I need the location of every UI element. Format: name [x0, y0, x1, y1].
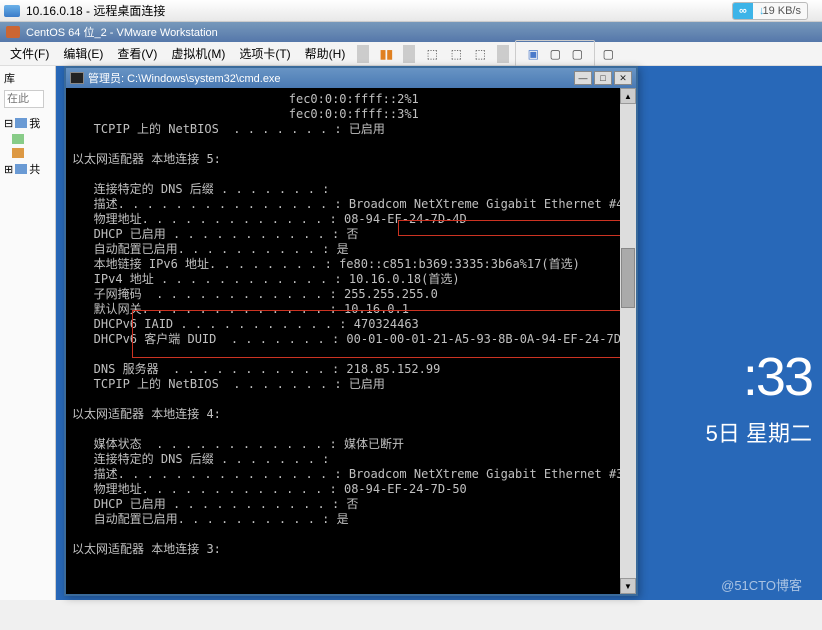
watermark: @51CTO博客 [721, 575, 802, 594]
cmd-output: fec0:0:0:ffff::2%1 fec0:0:0:ffff::3%1 TC… [66, 88, 636, 591]
vmware-icon [6, 26, 20, 38]
menu-edit[interactable]: 编辑(E) [57, 43, 109, 64]
snapshot-manager-button[interactable]: ⬚ [445, 43, 467, 65]
speed-indicator: ∞ ↓19 KB/s [732, 2, 808, 20]
close-button[interactable]: ✕ [614, 71, 632, 85]
menu-file[interactable]: 文件(F) [4, 43, 55, 64]
scroll-down-button[interactable]: ▼ [620, 578, 636, 594]
sidebar: 库 ⊟ 我 ⊞ 共 [0, 66, 56, 600]
cmd-title-text: 管理员: C:\Windows\system32\cmd.exe [88, 70, 281, 86]
tree-item[interactable] [4, 146, 51, 160]
menu-tabs[interactable]: 选项卡(T) [233, 43, 296, 64]
rdp-titlebar: 10.16.0.18 - 远程桌面连接 [0, 0, 822, 22]
sidebar-label: 库 [4, 70, 51, 86]
tree-shared[interactable]: ⊞ 共 [4, 160, 51, 178]
lock-clock: :33 [743, 346, 812, 408]
menu-separator [403, 45, 415, 63]
scroll-thumb[interactable] [621, 248, 635, 308]
cmd-window[interactable]: 管理员: C:\Windows\system32\cmd.exe — □ ✕ f… [64, 66, 638, 596]
minimize-button[interactable]: — [574, 71, 592, 85]
pause-button[interactable]: ▮▮ [375, 43, 397, 65]
cmd-scrollbar[interactable]: ▲ ▼ [620, 88, 636, 594]
search-input[interactable] [4, 90, 44, 108]
cmd-titlebar[interactable]: 管理员: C:\Windows\system32\cmd.exe — □ ✕ [66, 68, 636, 88]
menu-separator [357, 45, 369, 63]
menu-view[interactable]: 查看(V) [111, 43, 163, 64]
cmd-icon [70, 72, 84, 84]
unity-button[interactable]: ▢ [544, 43, 566, 65]
fullscreen-button[interactable]: ▣ [522, 43, 544, 65]
pc-icon [12, 134, 24, 144]
speed-value: 19 KB/s [762, 5, 801, 17]
speed-logo-icon: ∞ [733, 3, 753, 19]
view-group: ▣ ▢ ▢ [515, 40, 595, 68]
revert-button[interactable]: ⬚ [469, 43, 491, 65]
vm-tree: ⊟ 我 ⊞ 共 [4, 114, 51, 178]
shared-icon [15, 164, 27, 174]
menu-help[interactable]: 帮助(H) [299, 43, 352, 64]
maximize-button[interactable]: □ [594, 71, 612, 85]
menu-vm[interactable]: 虚拟机(M) [165, 43, 231, 64]
rdp-icon [4, 5, 20, 17]
lock-date: 5日 星期二 [706, 416, 812, 448]
stretch-button[interactable]: ▢ [597, 43, 619, 65]
rdp-title: 10.16.0.18 - 远程桌面连接 [26, 2, 165, 19]
menu-separator [497, 45, 509, 63]
menubar: 文件(F) 编辑(E) 查看(V) 虚拟机(M) 选项卡(T) 帮助(H) ▮▮… [0, 42, 822, 66]
console-button[interactable]: ▢ [566, 43, 588, 65]
snapshot-button[interactable]: ⬚ [421, 43, 443, 65]
vm-icon [12, 148, 24, 158]
host-icon [15, 118, 27, 128]
tree-item[interactable] [4, 132, 51, 146]
tree-host[interactable]: ⊟ 我 [4, 114, 51, 132]
vmware-titlebar: CentOS 64 位_2 - VMware Workstation [0, 22, 822, 42]
scroll-up-button[interactable]: ▲ [620, 88, 636, 104]
vmware-title: CentOS 64 位_2 - VMware Workstation [26, 24, 218, 40]
